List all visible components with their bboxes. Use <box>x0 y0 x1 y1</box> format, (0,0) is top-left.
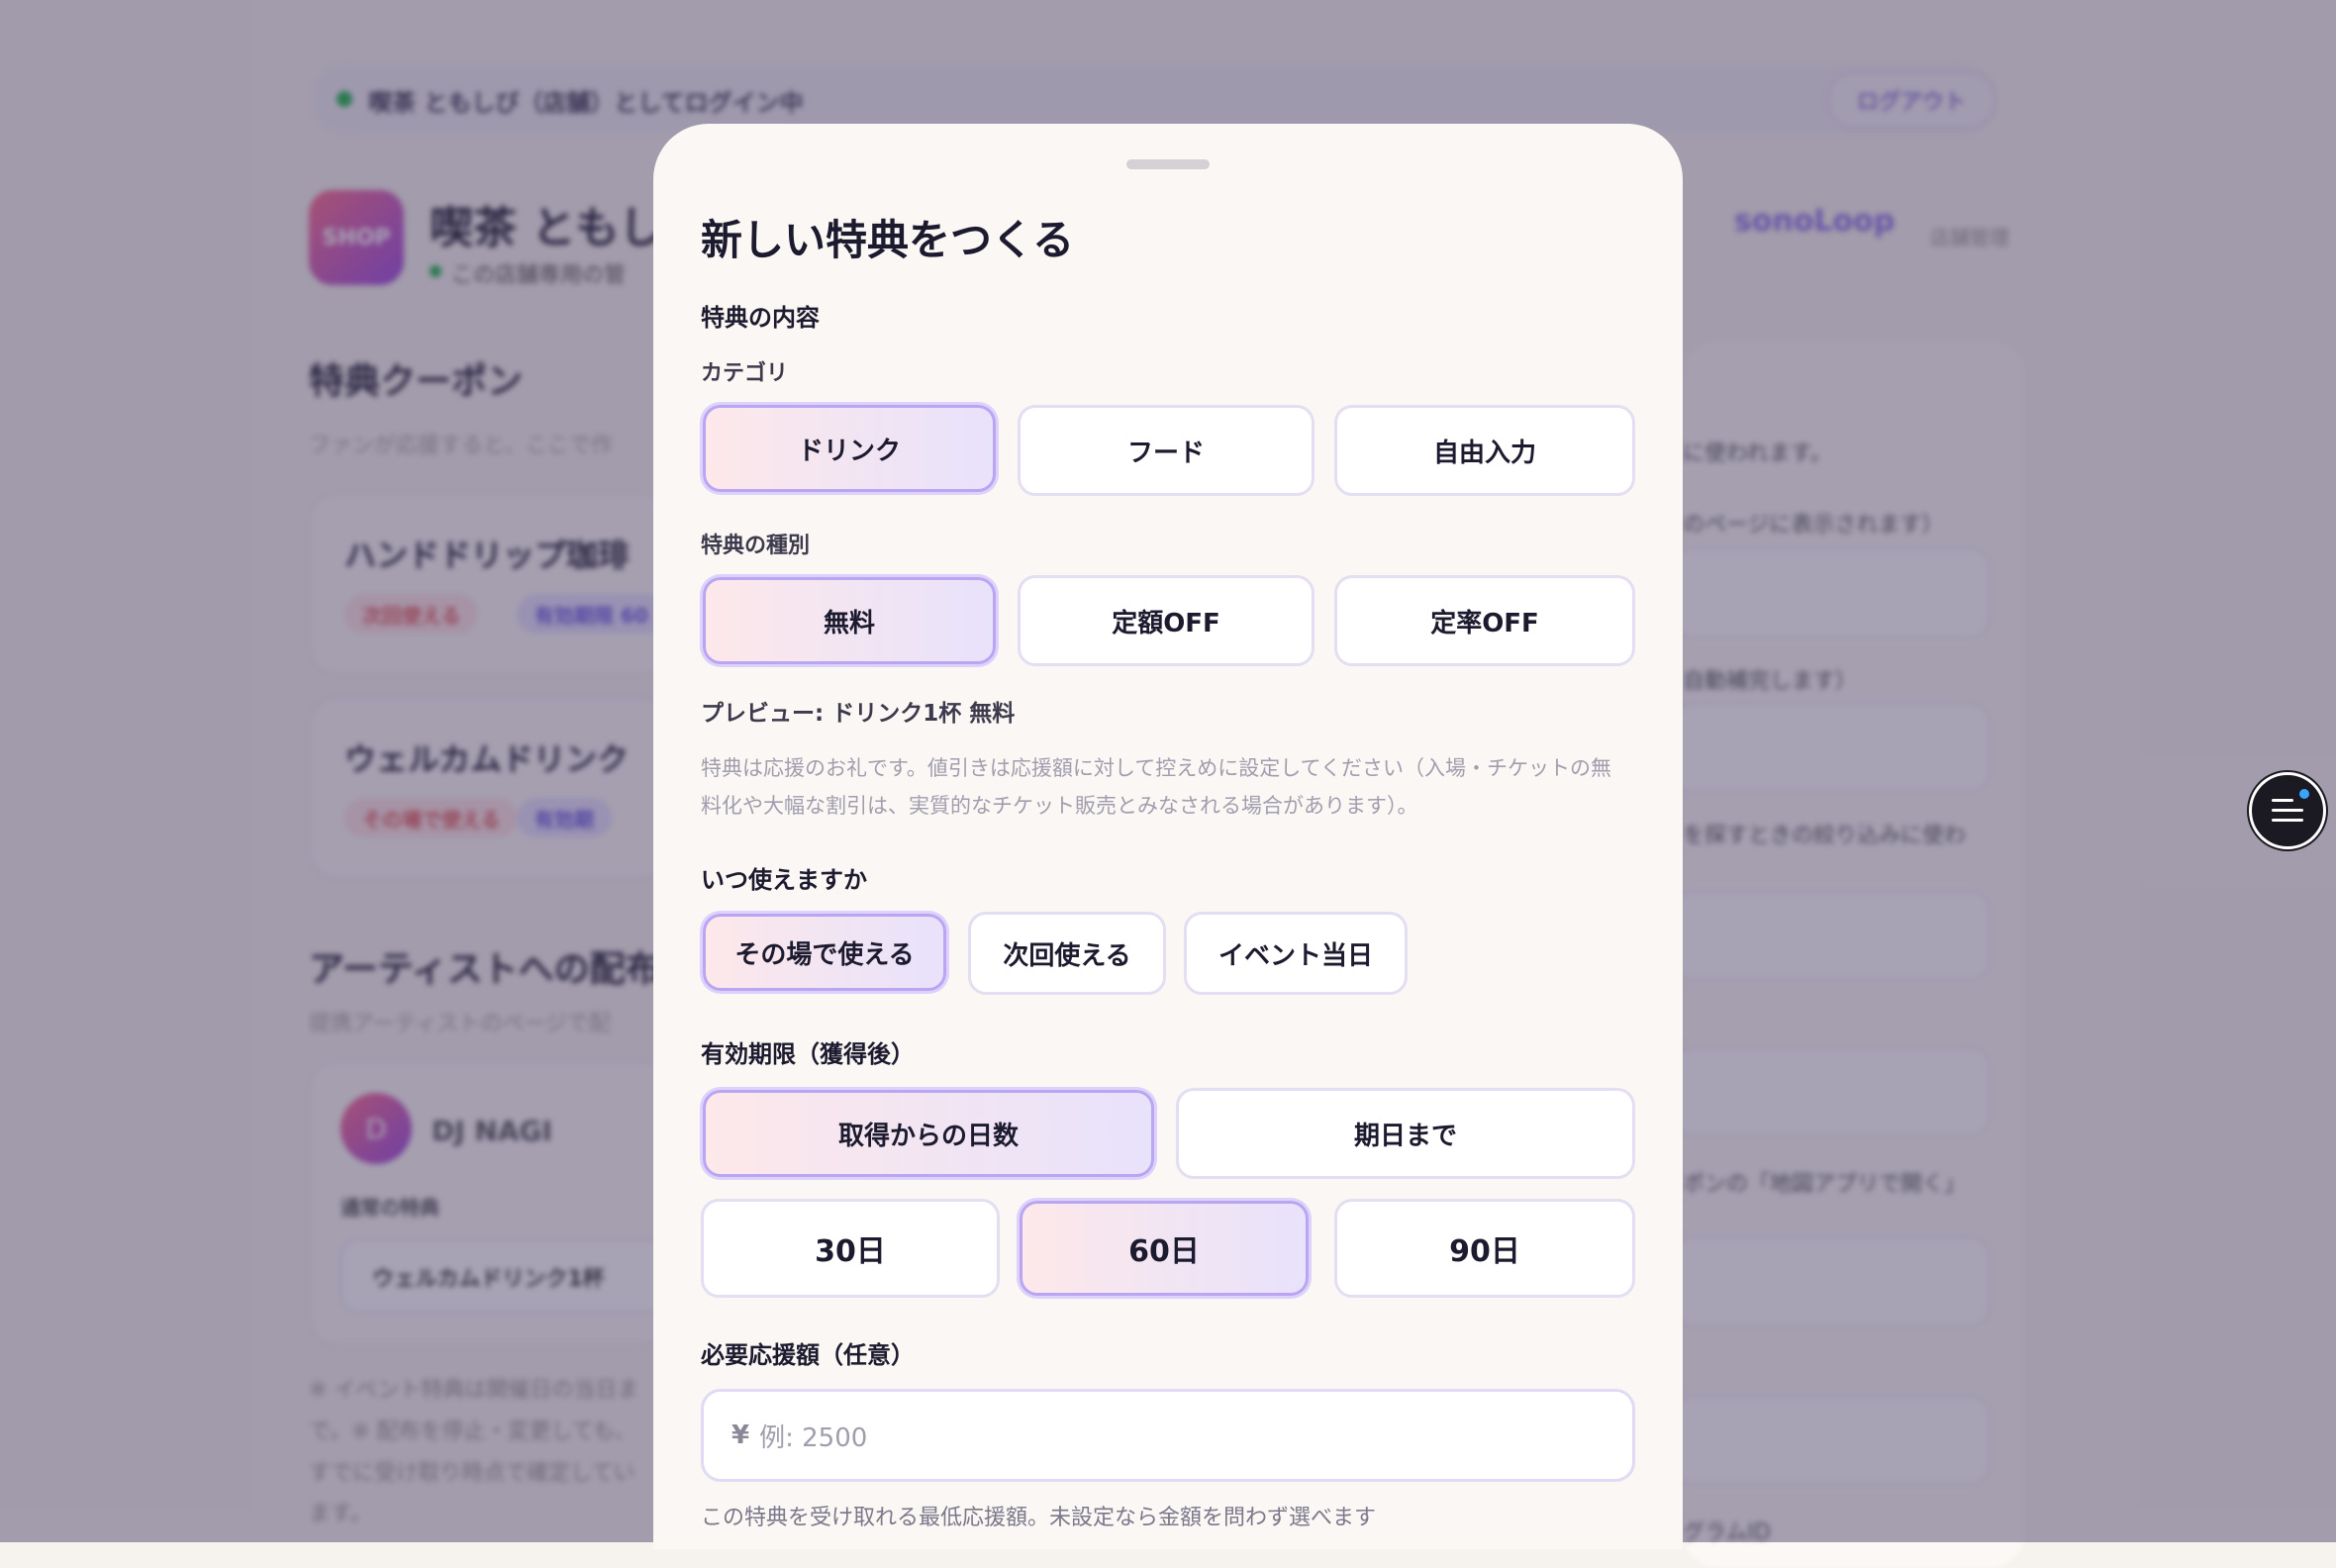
when-option-next-time[interactable]: 次回使える <box>968 912 1166 995</box>
sheet-drag-handle[interactable] <box>1126 159 1210 169</box>
benefit-notice: 特典は応援のお礼です。値引きは応援額に対して控えめに設定してください（入場・チケ… <box>701 756 1612 818</box>
type-option-percent-off[interactable]: 定率OFF <box>1334 575 1635 666</box>
days-option-90[interactable]: 90日 <box>1334 1199 1635 1298</box>
menu-icon <box>2272 799 2293 802</box>
amount-helper-text: この特典を受け取れる最低応援額。未設定なら金額を問わず選べます <box>701 1506 1377 1530</box>
expiry-mode-days[interactable]: 取得からの日数 <box>703 1090 1154 1177</box>
expiry-label: 有効期限（獲得後） <box>701 1040 915 1068</box>
when-option-on-site[interactable]: その場で使える <box>703 914 946 991</box>
category-label: カテゴリ <box>701 361 789 386</box>
days-option-60[interactable]: 60日 <box>1020 1201 1309 1296</box>
category-option-food[interactable]: フード <box>1018 405 1314 496</box>
notification-dot <box>2299 789 2309 799</box>
when-label: いつ使えますか <box>701 866 867 894</box>
expiry-mode-date[interactable]: 期日まで <box>1176 1088 1635 1179</box>
category-option-drink[interactable]: ドリンク <box>703 405 996 492</box>
currency-symbol: ¥ <box>731 1421 750 1450</box>
type-label: 特典の種別 <box>701 534 811 558</box>
menu-button[interactable] <box>2249 772 2326 849</box>
menu-icon <box>2272 819 2303 822</box>
create-benefit-sheet: 新しい特典をつくる 特典の内容 カテゴリ ドリンク フード 自由入力 特典の種別… <box>653 124 1683 1549</box>
category-option-custom[interactable]: 自由入力 <box>1334 405 1635 496</box>
sheet-title: 新しい特典をつくる <box>701 216 1075 264</box>
amount-placeholder: 例: 2500 <box>759 1422 868 1453</box>
menu-icon <box>2272 809 2303 812</box>
days-option-30[interactable]: 30日 <box>701 1199 1000 1298</box>
type-option-free[interactable]: 無料 <box>703 577 996 664</box>
benefit-preview: プレビュー: ドリンク1杯 無料 <box>701 701 1016 727</box>
type-option-fixed-off[interactable]: 定額OFF <box>1018 575 1314 666</box>
when-option-event-day[interactable]: イベント当日 <box>1184 912 1408 995</box>
required-amount-input[interactable]: ¥ 例: 2500 <box>701 1389 1635 1482</box>
section-content-label: 特典の内容 <box>701 304 820 332</box>
amount-label: 必要応援額（任意） <box>701 1341 915 1369</box>
